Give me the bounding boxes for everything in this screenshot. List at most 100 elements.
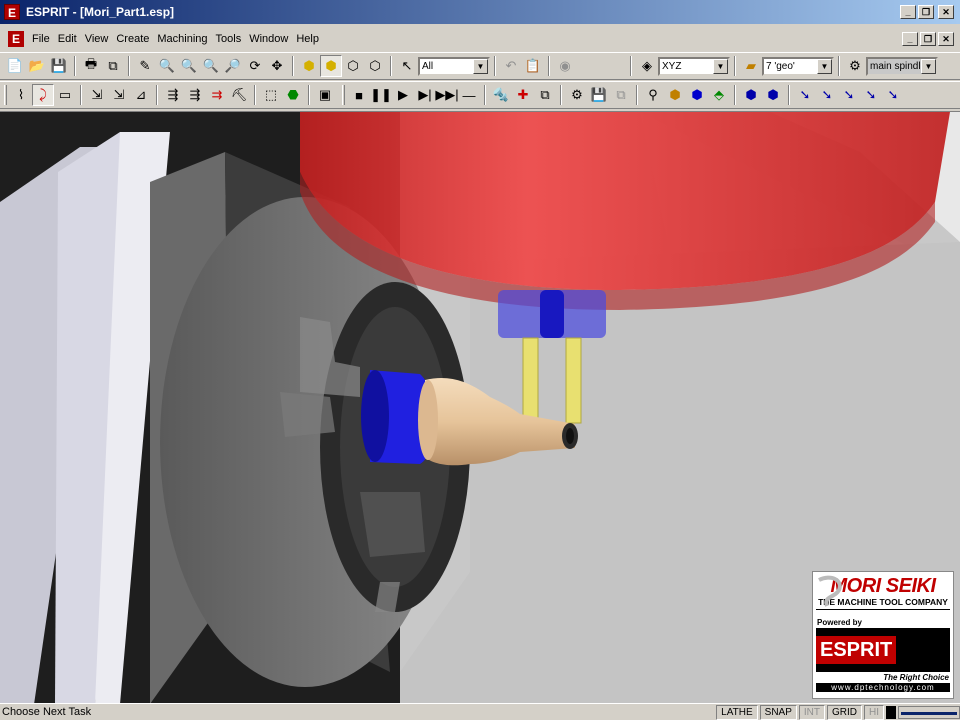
sim-save-icon[interactable]: 💾 (588, 84, 610, 106)
tool-icon[interactable]: 🔩 (490, 84, 512, 106)
chevron-down-icon[interactable]: ▼ (473, 58, 488, 74)
zoom-out-icon[interactable]: 🔍 (200, 55, 222, 77)
fast-forward-button[interactable]: ▶▶| (435, 84, 458, 106)
layer-select[interactable]: 7 'geo' ▼ (762, 56, 834, 76)
mode-snap[interactable]: SNAP (759, 704, 797, 720)
pan-icon[interactable]: ✥ (266, 55, 288, 77)
status-message: Choose Next Task (2, 706, 92, 718)
progress-indicator (898, 705, 960, 719)
save-icon[interactable]: 💾 (48, 55, 70, 77)
transfer-op-icon[interactable]: ⇉ (206, 84, 228, 106)
rotate-icon[interactable]: ⟳ (244, 55, 266, 77)
restore-button[interactable]: ❐ (918, 5, 934, 19)
arrow-tool-3-icon[interactable]: ➘ (838, 84, 860, 106)
wireframe-icon[interactable]: ⬡ (342, 55, 364, 77)
minimize-button[interactable]: _ (900, 5, 916, 19)
menu-window[interactable]: Window (245, 33, 292, 45)
stop-record-icon[interactable]: ◉ (554, 55, 576, 77)
copy-icon[interactable]: ⧉ (102, 55, 124, 77)
spindle-value: main spindle (870, 60, 927, 72)
zoom-icon[interactable]: 🔍 (178, 55, 200, 77)
zoom-window-icon[interactable]: 🔎 (222, 55, 244, 77)
layer-value: 7 'geo' (766, 60, 795, 72)
menu-view[interactable]: View (81, 33, 113, 45)
menu-tools[interactable]: Tools (212, 33, 246, 45)
view-blue-cube-icon[interactable]: ⬢ (686, 84, 708, 106)
chevron-down-icon[interactable]: ▼ (817, 58, 832, 74)
paste-icon[interactable]: 📋 (522, 55, 544, 77)
esprit-swirl-icon (818, 575, 842, 607)
turning-op-icon[interactable]: ⌇ (10, 84, 32, 106)
selection-filter-select[interactable]: All ▼ (418, 56, 490, 76)
menu-create[interactable]: Create (112, 33, 153, 45)
pocket-op-icon[interactable]: ⇶ (184, 84, 206, 106)
doc-minimize-button[interactable]: _ (902, 32, 918, 46)
arrow-tool-2-icon[interactable]: ➘ (816, 84, 838, 106)
workplane-icon[interactable]: ◈ (636, 55, 658, 77)
roughing-op-icon[interactable]: ⤸ (32, 84, 54, 106)
layer-icon[interactable]: ▰ (740, 55, 762, 77)
chevron-down-icon[interactable]: ▼ (921, 58, 936, 74)
arrow-tool-1-icon[interactable]: ➘ (794, 84, 816, 106)
simulation-viewport[interactable]: MORI SEIKI THE MACHINE TOOL COMPANY Powe… (0, 111, 960, 703)
play-button[interactable]: ▶ (392, 84, 414, 106)
title-bar[interactable]: E ESPRIT - [Mori_Part1.esp] _ ❐ ✕ (0, 0, 960, 24)
shaded-icon[interactable]: ⬢ (298, 55, 320, 77)
simulation-icon[interactable]: ▣ (314, 84, 336, 106)
new-file-icon[interactable]: 📄 (4, 55, 26, 77)
arrow-tool-4-icon[interactable]: ➘ (860, 84, 882, 106)
selection-filter-value: All (422, 60, 434, 72)
select-tool-icon[interactable]: ✎ (134, 55, 156, 77)
groove-op-icon[interactable]: ⊿ (130, 84, 152, 106)
mode-lathe[interactable]: LATHE (716, 704, 758, 720)
menu-machining[interactable]: Machining (153, 33, 211, 45)
solid-blue-icon[interactable]: ⬢ (740, 84, 762, 106)
spindle-icon[interactable]: ⚙ (844, 55, 866, 77)
close-button[interactable]: ✕ (938, 5, 954, 19)
tool-list-icon[interactable]: ⧉ (534, 84, 556, 106)
undo-icon[interactable]: ↶ (500, 55, 522, 77)
chevron-down-icon[interactable]: ▼ (713, 58, 728, 74)
stop-button[interactable]: ■ (348, 84, 370, 106)
contour-op-icon[interactable]: ▭ (54, 84, 76, 106)
pointer-icon[interactable]: ↖ (396, 55, 418, 77)
step-forward-button[interactable]: ▶| (414, 84, 436, 106)
speed-slider-icon[interactable]: — (458, 84, 480, 106)
thread-op-icon[interactable]: ⇲ (108, 84, 130, 106)
menu-file[interactable]: File (28, 33, 54, 45)
view-cube-icon[interactable]: ⬢ (664, 84, 686, 106)
sim-open-icon[interactable]: ⧉ (610, 84, 632, 106)
app-icon[interactable]: E (4, 4, 20, 20)
tool-holder-icon[interactable]: ✚ (512, 84, 534, 106)
menu-edit[interactable]: Edit (54, 33, 81, 45)
drill-op-icon[interactable]: ⇲ (86, 84, 108, 106)
mode-grid[interactable]: GRID (827, 704, 862, 720)
doc-close-button[interactable]: ✕ (938, 32, 954, 46)
arrow-tool-5-icon[interactable]: ➘ (882, 84, 904, 106)
menu-help[interactable]: Help (292, 33, 323, 45)
stock-icon[interactable]: ⬚ (260, 84, 282, 106)
doc-restore-button[interactable]: ❐ (920, 32, 936, 46)
mode-hi[interactable]: HI (864, 704, 884, 720)
hidden-line-icon[interactable]: ⬡ (364, 55, 386, 77)
pause-button[interactable]: ❚❚ (370, 84, 392, 106)
sim-settings-icon[interactable]: ⚙ (566, 84, 588, 106)
zoom-in-icon[interactable]: 🔍 (156, 55, 178, 77)
mill-op-icon[interactable]: ⇶ (162, 84, 184, 106)
view-green-icon[interactable]: ⬘ (708, 84, 730, 106)
open-file-icon[interactable]: 📂 (26, 55, 48, 77)
workplane-select[interactable]: XYZ ▼ (658, 56, 730, 76)
document-icon[interactable]: E (8, 31, 24, 47)
spindle-select[interactable]: main spindle ▼ (866, 56, 938, 76)
part-op-icon[interactable]: ⛏ (228, 84, 250, 106)
brand-badge: MORI SEIKI THE MACHINE TOOL COMPANY Powe… (812, 571, 954, 699)
shaded-mode-icon[interactable]: ⬢ (320, 55, 342, 77)
machining-toolbar: ⌇ ⤸ ▭ ⇲ ⇲ ⊿ ⇶ ⇶ ⇉ ⛏ ⬚ ⬣ ▣ ■ ❚❚ ▶ ▶| ▶▶| … (0, 81, 960, 109)
menu-bar: E File Edit View Create Machining Tools … (0, 26, 960, 52)
status-indicator (886, 705, 896, 719)
view-iso-icon[interactable]: ⚲ (642, 84, 664, 106)
machine-setup-icon[interactable]: ⬣ (282, 84, 304, 106)
mode-int[interactable]: INT (798, 704, 825, 720)
solid-blue-2-icon[interactable]: ⬢ (762, 84, 784, 106)
print-icon[interactable]: 🖶 (80, 55, 102, 77)
